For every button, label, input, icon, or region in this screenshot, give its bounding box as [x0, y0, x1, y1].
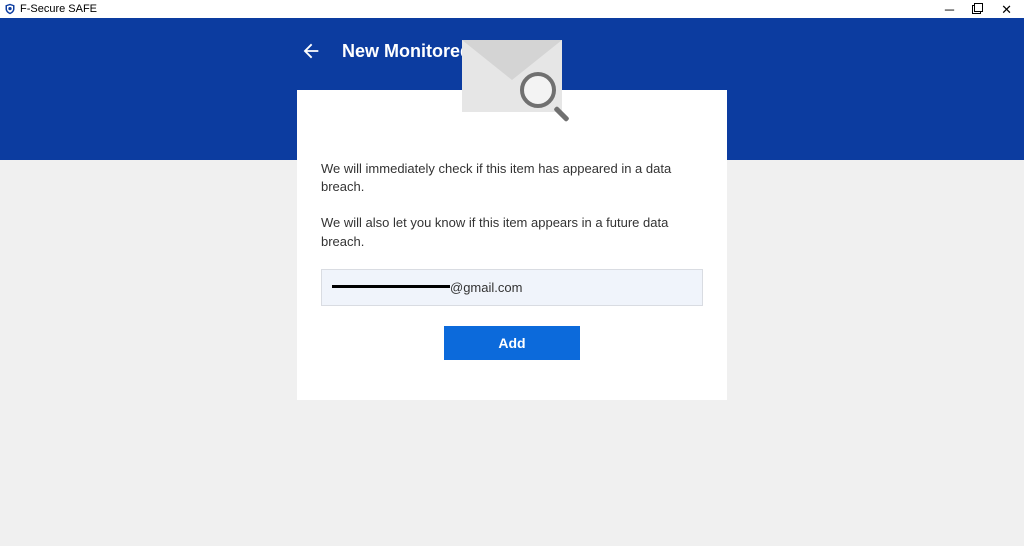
maximize-button[interactable]: [972, 3, 983, 16]
info-text-1: We will immediately check if this item h…: [321, 160, 703, 196]
info-text-2: We will also let you know if this item a…: [321, 214, 703, 250]
minimize-button[interactable]: ─: [945, 3, 954, 16]
add-button[interactable]: Add: [444, 326, 580, 360]
content: We will immediately check if this item h…: [0, 90, 1024, 400]
envelope-search-icon: [452, 40, 572, 140]
card: We will immediately check if this item h…: [297, 90, 727, 400]
window-controls: ─ ✕: [945, 3, 1020, 16]
back-arrow-icon[interactable]: [300, 40, 322, 62]
email-suffix: @gmail.com: [450, 280, 522, 295]
titlebar-left: F-Secure SAFE: [4, 3, 97, 15]
window-title: F-Secure SAFE: [20, 3, 97, 15]
window-titlebar: F-Secure SAFE ─ ✕: [0, 0, 1024, 18]
redacted-text: [332, 285, 450, 288]
close-button[interactable]: ✕: [1001, 3, 1012, 16]
app-shield-icon: [4, 3, 16, 15]
email-input[interactable]: @gmail.com: [321, 269, 703, 306]
